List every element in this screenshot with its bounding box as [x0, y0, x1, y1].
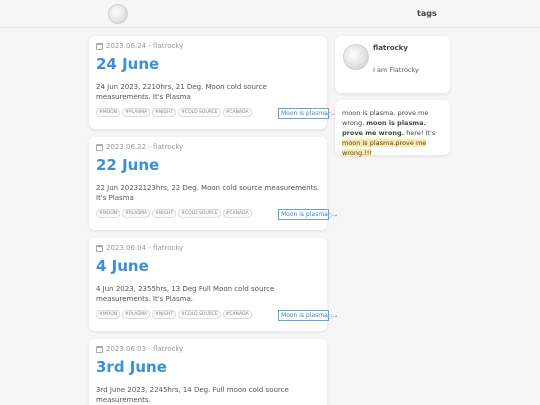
note-text: here! It's	[406, 129, 436, 137]
tag-chip[interactable]: #CANADA	[222, 310, 252, 319]
post-card: 2023.06.22 - flatrocky 22 June 22 Jun 20…	[89, 137, 337, 230]
post-card: 2023.06.24 - flatrocky 24 June 24 Jun 20…	[89, 36, 337, 129]
post-title[interactable]: 24 June	[96, 55, 320, 73]
profile-bio: I am Flatrocky	[373, 66, 419, 74]
post-excerpt: 22 Jun 20232123hrs, 22 Deg. Moon cold so…	[96, 184, 320, 202]
post-meta: 2023.06.24 - flatrocky	[96, 41, 320, 51]
post-excerpt: 24 Jun 2023, 2210hrs, 21 Deg. Moon cold …	[96, 83, 267, 101]
post-excerpt: 4 Jun 2023, 2355hrs, 13 Deg Full Moon co…	[96, 285, 275, 303]
nav-tags-link[interactable]: tags	[417, 9, 437, 18]
post-card: 2023.06.03 - flatrocky 3rd June 3rd June…	[89, 339, 327, 405]
annotation-link[interactable]: Moon is plasma.	[278, 108, 329, 119]
post-date-author: 2023.06.22 - flatrocky	[106, 143, 184, 151]
calendar-icon	[96, 345, 103, 353]
tag-chip[interactable]: #MOON	[96, 310, 121, 319]
connector-arrow-icon: ○→	[327, 313, 338, 320]
tag-chip[interactable]: #PLASMA	[122, 209, 151, 218]
post-date-author: 2023.06.04 - flatrocky	[106, 244, 184, 252]
tag-chip[interactable]: #PLASMA	[122, 108, 151, 117]
tag-chip[interactable]: #COLD SOURCE	[178, 209, 221, 218]
avatar[interactable]	[343, 44, 369, 70]
post-meta: 2023.06.04 - flatrocky	[96, 243, 320, 253]
post-meta: 2023.06.03 - flatrocky	[96, 344, 320, 354]
tag-chip[interactable]: #PLASMA	[122, 310, 151, 319]
post-excerpt: 3rd June 2023, 2245hrs, 14 Deg. Full moo…	[96, 386, 289, 404]
tag-chip[interactable]: #COLD SOURCE	[178, 310, 221, 319]
post-title[interactable]: 4 June	[96, 257, 320, 275]
tag-chip[interactable]: #NIGHT	[152, 108, 177, 117]
moon-logo-icon[interactable]	[108, 4, 128, 24]
annotation-note: moon is plasma. prove me wrong. moon is …	[335, 100, 450, 157]
tag-chip[interactable]: #CANADA	[222, 209, 252, 218]
post-meta: 2023.06.22 - flatrocky	[96, 142, 320, 152]
post-card: 2023.06.04 - flatrocky 4 June 4 Jun 2023…	[89, 238, 337, 331]
tag-chip[interactable]: #MOON	[96, 108, 121, 117]
tag-chip[interactable]: #MOON	[96, 209, 121, 218]
connector-arrow-icon: ○→	[327, 212, 338, 219]
profile-name: flatrocky	[373, 44, 408, 52]
annotation-link[interactable]: Moon is plasma.	[278, 209, 329, 220]
calendar-icon	[96, 143, 103, 151]
tag-chip[interactable]: #CANADA	[222, 108, 252, 117]
post-title[interactable]: 3rd June	[96, 358, 320, 376]
post-title[interactable]: 22 June	[96, 156, 320, 174]
profile-card: flatrocky I am Flatrocky	[335, 36, 450, 93]
calendar-icon	[96, 244, 103, 252]
calendar-icon	[96, 42, 103, 50]
annotation-link[interactable]: Moon is plasma.	[278, 310, 329, 321]
tag-chip[interactable]: #NIGHT	[152, 209, 177, 218]
tag-chip[interactable]: #NIGHT	[152, 310, 177, 319]
tag-chip[interactable]: #COLD SOURCE	[178, 108, 221, 117]
note-highlight: moon is plasma.prove me wrong.!!!	[342, 139, 427, 157]
top-navigation-bar: tags	[0, 0, 540, 28]
post-date-author: 2023.06.03 - flatrocky	[106, 345, 184, 353]
post-date-author: 2023.06.24 - flatrocky	[106, 42, 184, 50]
